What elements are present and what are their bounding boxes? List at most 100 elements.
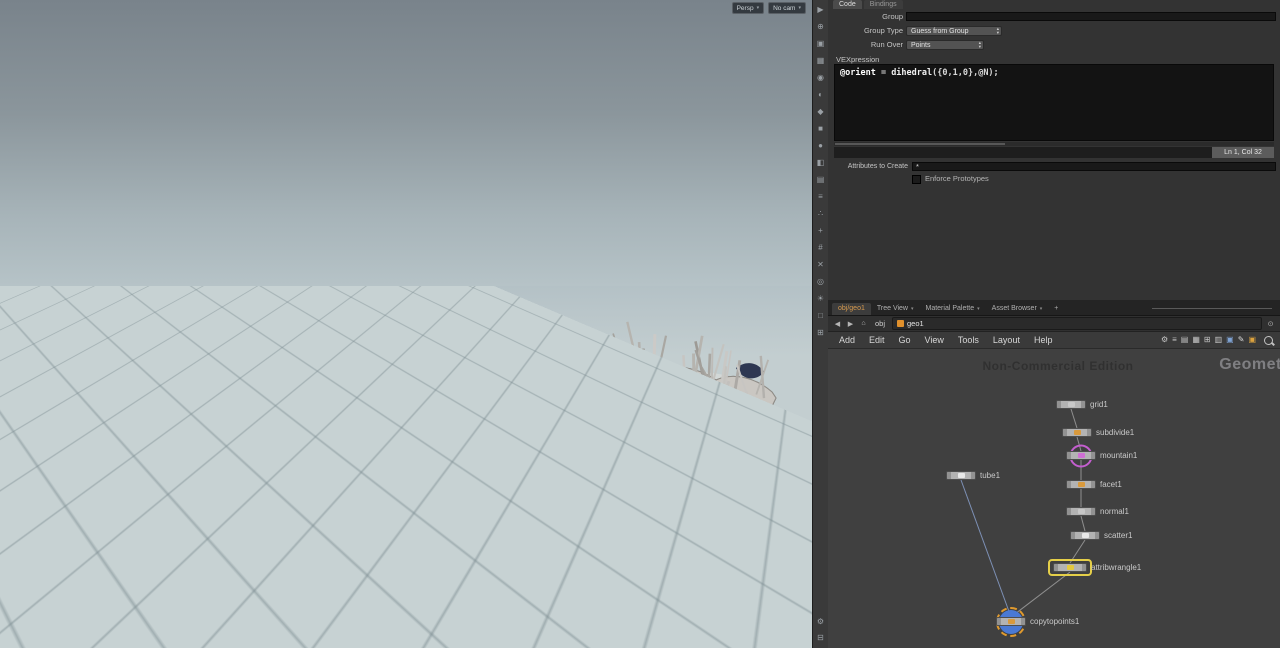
network-editor-pane: obj/geo1 Tree View ▾ Material Palette ▾ Asset… <box>828 300 1280 648</box>
normals-icon[interactable]: ≡ <box>813 189 828 204</box>
enforce-prototypes-label: Enforce Prototypes <box>925 174 989 183</box>
node-type-icon <box>1007 619 1015 624</box>
viewport-toolbar: ▶ ⊕ ▣ ▦ ◉ ◐ ◆ ■ ● ◧ ▤ ≡ ∴ + # ✕ ◎ ☀ □ ⊞ ⊟ ⚙ <box>812 0 828 648</box>
columns-icon[interactable]: ▥ <box>1215 334 1223 346</box>
thumbnails-icon[interactable]: ▦ <box>1192 334 1200 346</box>
node-body[interactable] <box>1066 451 1096 460</box>
viewport-camera-controls: Persp ▾ No cam ▾ <box>731 2 806 14</box>
menu-help[interactable]: Help <box>1027 335 1060 345</box>
cursor-position-label: Ln 1, Col 32 <box>1212 147 1274 158</box>
pane-tab-tree-view[interactable]: Tree View ▾ <box>871 303 920 315</box>
objects-icon[interactable]: ■ <box>813 121 828 136</box>
cut-icon[interactable]: ✕ <box>813 257 828 272</box>
camera-icon[interactable]: □ <box>813 308 828 323</box>
light-icon[interactable]: ☀ <box>813 291 828 306</box>
node-type-icon <box>1073 430 1081 435</box>
camera-persp-button[interactable]: Persp ▾ <box>731 2 765 14</box>
pose-icon[interactable]: ◉ <box>813 70 828 85</box>
magnifier-icon[interactable] <box>1264 335 1273 345</box>
grid-toggle-icon[interactable]: ⊞ <box>813 325 828 340</box>
pane-divider-handle[interactable] <box>1152 308 1272 309</box>
node-body[interactable] <box>996 617 1026 626</box>
spinner-icon[interactable]: ▴ ▾ <box>979 40 981 49</box>
back-icon[interactable]: ◀ <box>833 320 842 328</box>
settings-gear-icon[interactable]: ⚙ <box>813 617 828 626</box>
orbit-icon[interactable]: ◐ <box>813 87 828 102</box>
node-label: facet1 <box>1100 480 1122 489</box>
run-over-dropdown[interactable]: Points ▴ ▾ <box>906 40 984 50</box>
context-label[interactable]: obj <box>872 319 888 328</box>
node-facet1[interactable]: facet1 <box>1066 480 1122 489</box>
menu-tools[interactable]: Tools <box>951 335 986 345</box>
display-icon[interactable]: ● <box>813 138 828 153</box>
shade-mode-icon[interactable]: ◧ <box>813 155 828 170</box>
pane-tab-asset-browser[interactable]: Asset Browser ▾ <box>986 303 1049 315</box>
customize-icon[interactable]: ⚙ <box>1161 334 1168 346</box>
node-label: grid1 <box>1090 400 1108 409</box>
edit-badge-icon[interactable]: ✎ <box>1238 334 1245 346</box>
node-label: scatter1 <box>1104 531 1133 540</box>
code-status-bar: Ln 1, Col 32 <box>834 147 1274 158</box>
pane-tab-material-palette[interactable]: Material Palette ▾ <box>920 303 986 315</box>
param-tabs: Code Bindings <box>833 0 903 9</box>
node-type-icon <box>1067 402 1075 407</box>
network-overview-icon[interactable]: ▣ <box>1226 334 1234 346</box>
axis-icon[interactable]: + <box>813 223 828 238</box>
home-icon[interactable]: ⌂ <box>859 320 868 327</box>
network-canvas[interactable]: Non-Commercial Edition Geometry grid1sub… <box>828 349 1280 648</box>
tree-icon[interactable]: ≡ <box>1172 334 1177 346</box>
menu-view[interactable]: View <box>918 335 951 345</box>
attributes-to-create-label: Attributes to Create <box>847 163 908 170</box>
pane-tab--[interactable]: + <box>1048 303 1064 315</box>
panes-icon[interactable]: ⊞ <box>1204 334 1211 346</box>
node-tube1[interactable]: tube1 <box>946 471 1000 480</box>
node-grid1[interactable]: grid1 <box>1056 400 1108 409</box>
menu-add[interactable]: Add <box>832 335 862 345</box>
node-body[interactable] <box>1066 480 1096 489</box>
vex-code-editor[interactable]: @orient = dihedral({0,1,0},@N); <box>834 64 1274 141</box>
pin-icon[interactable]: ⊙ <box>1266 320 1275 328</box>
menu-layout[interactable]: Layout <box>986 335 1027 345</box>
snap-icon[interactable]: ▦ <box>813 53 828 68</box>
node-mountain1[interactable]: mountain1 <box>1066 444 1137 467</box>
points-icon[interactable]: ∴ <box>813 206 828 221</box>
camera-select-button[interactable]: No cam ▾ <box>768 2 806 14</box>
layout-toggle-icon[interactable]: ⊟ <box>813 633 828 642</box>
select-tool-icon[interactable]: ▶ <box>813 2 828 17</box>
tab-code[interactable]: Code <box>833 0 862 9</box>
list-icon[interactable]: ▤ <box>1181 334 1189 346</box>
wireframe-icon[interactable]: ▤ <box>813 172 828 187</box>
group-type-dropdown[interactable]: Guess from Group ▴ ▾ <box>906 26 1002 36</box>
spinner-icon[interactable]: ▴ ▾ <box>997 26 999 35</box>
network-path-bar: ◀ ▶ ⌂ obj geo1 ⊙ <box>828 316 1280 332</box>
pane-tab-obj-geo1[interactable]: obj/geo1 <box>832 303 871 315</box>
node-normal1[interactable]: normal1 <box>1066 507 1129 516</box>
color-palette-icon[interactable]: ▣ <box>1248 334 1256 346</box>
node-body[interactable] <box>1066 507 1096 516</box>
network-path-field[interactable]: geo1 <box>892 317 1262 330</box>
node-body[interactable] <box>1056 400 1086 409</box>
node-body[interactable] <box>1062 428 1092 437</box>
attributes-to-create-input[interactable] <box>912 162 1276 171</box>
view-icon[interactable]: ◎ <box>813 274 828 289</box>
menu-go[interactable]: Go <box>892 335 918 345</box>
group-type-label: Group Type <box>863 26 903 35</box>
lock-icon[interactable]: ▣ <box>813 36 828 51</box>
enforce-prototypes-checkbox[interactable] <box>912 175 921 184</box>
node-attribwrangle1[interactable]: attribwrangle1 <box>1048 559 1141 576</box>
forward-icon[interactable]: ▶ <box>846 320 855 328</box>
node-body[interactable] <box>1053 563 1087 572</box>
handles-icon[interactable]: ⊕ <box>813 19 828 34</box>
group-input[interactable] <box>906 12 1276 21</box>
measure-icon[interactable]: # <box>813 240 828 255</box>
node-scatter1[interactable]: scatter1 <box>1070 531 1132 540</box>
character-icon[interactable]: ◆ <box>813 104 828 119</box>
scene-viewport[interactable]: Persp ▾ No cam ▾ <box>0 0 812 648</box>
menu-edit[interactable]: Edit <box>862 335 892 345</box>
node-subdivide1[interactable]: subdivide1 <box>1062 428 1134 437</box>
node-copytopoints1[interactable]: copytopoints1 <box>996 606 1079 637</box>
node-body[interactable] <box>946 471 976 480</box>
code-scrollbar[interactable] <box>834 142 1274 146</box>
tab-bindings[interactable]: Bindings <box>863 0 903 9</box>
node-body[interactable] <box>1070 531 1100 540</box>
